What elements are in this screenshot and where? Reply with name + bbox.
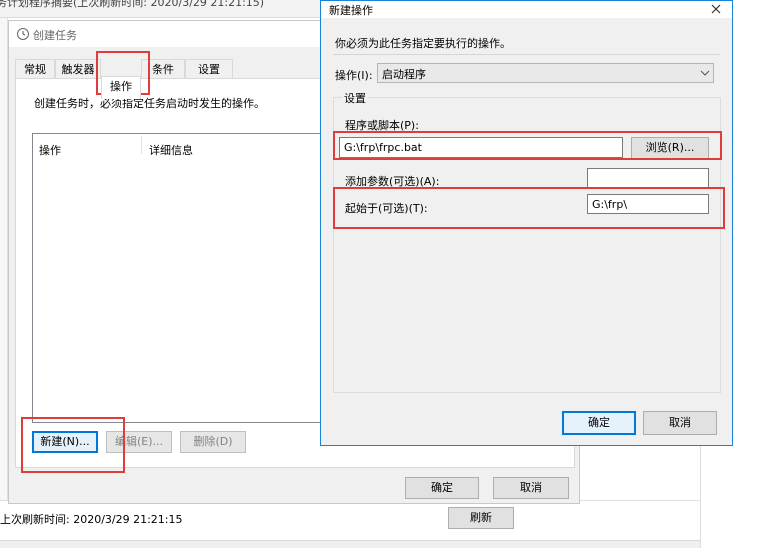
actions-description: 创建任务时，必须指定任务启动时发生的操作。	[34, 97, 265, 110]
column-divider	[141, 136, 142, 154]
actions-list[interactable]: 操作 详细信息	[32, 133, 332, 423]
column-header-action[interactable]: 操作	[39, 142, 61, 158]
arguments-label: 添加参数(可选)(A):	[345, 175, 440, 188]
start-in-label: 起始于(可选)(T):	[345, 202, 428, 215]
arguments-input[interactable]	[587, 168, 709, 188]
tab-triggers[interactable]: 触发器	[55, 59, 101, 79]
tab-settings[interactable]: 设置	[185, 59, 233, 79]
chevron-down-icon	[700, 67, 710, 79]
create-task-cancel-button[interactable]: 取消	[493, 477, 569, 499]
new-action-button[interactable]: 新建(N)...	[32, 431, 98, 453]
refresh-button[interactable]: 刷新	[448, 507, 514, 529]
instruction-divider	[333, 54, 720, 55]
create-task-title: 创建任务	[33, 29, 77, 42]
new-action-instruction: 你必须为此任务指定要执行的操作。	[335, 37, 511, 50]
column-header-details[interactable]: 详细信息	[149, 142, 193, 158]
tab-conditions[interactable]: 条件	[141, 59, 185, 79]
close-icon[interactable]	[709, 2, 723, 16]
scheduler-bottom-bar	[0, 540, 700, 548]
browse-button[interactable]: 浏览(R)...	[631, 137, 709, 159]
clock-icon	[17, 28, 29, 40]
tab-general[interactable]: 常规	[15, 59, 55, 79]
settings-group-label: 设置	[342, 90, 368, 106]
new-action-titlebar: 新建操作	[321, 1, 732, 18]
last-refresh-text: 上次刷新时间: 2020/3/29 21:21:15	[0, 513, 183, 526]
new-action-title: 新建操作	[329, 4, 373, 17]
new-action-cancel-button[interactable]: 取消	[643, 411, 717, 435]
action-type-select[interactable]: 启动程序	[377, 63, 714, 83]
delete-action-button[interactable]: 删除(D)	[180, 431, 246, 453]
action-type-label: 操作(I):	[335, 69, 373, 82]
program-input[interactable]: G:\frp\frpc.bat	[339, 137, 623, 158]
action-type-value: 启动程序	[382, 68, 426, 81]
new-action-dialog: 新建操作 你必须为此任务指定要执行的操作。 操作(I): 启动程序 设置 程序或…	[320, 0, 733, 446]
scheduler-title-strip: 务计划程序摘要(上次刷新时间: 2020/3/29 21:21:15)	[0, 0, 320, 18]
create-task-ok-button[interactable]: 确定	[405, 477, 479, 499]
scheduler-left-edge	[0, 18, 8, 548]
new-action-ok-button[interactable]: 确定	[562, 411, 636, 435]
program-label: 程序或脚本(P):	[345, 119, 419, 132]
start-in-input[interactable]: G:\frp\	[587, 194, 709, 214]
scheduler-summary-title: 务计划程序摘要(上次刷新时间: 2020/3/29 21:21:15)	[0, 0, 265, 9]
edit-action-button[interactable]: 编辑(E)...	[106, 431, 172, 453]
tab-actions[interactable]: 操作	[101, 76, 141, 99]
